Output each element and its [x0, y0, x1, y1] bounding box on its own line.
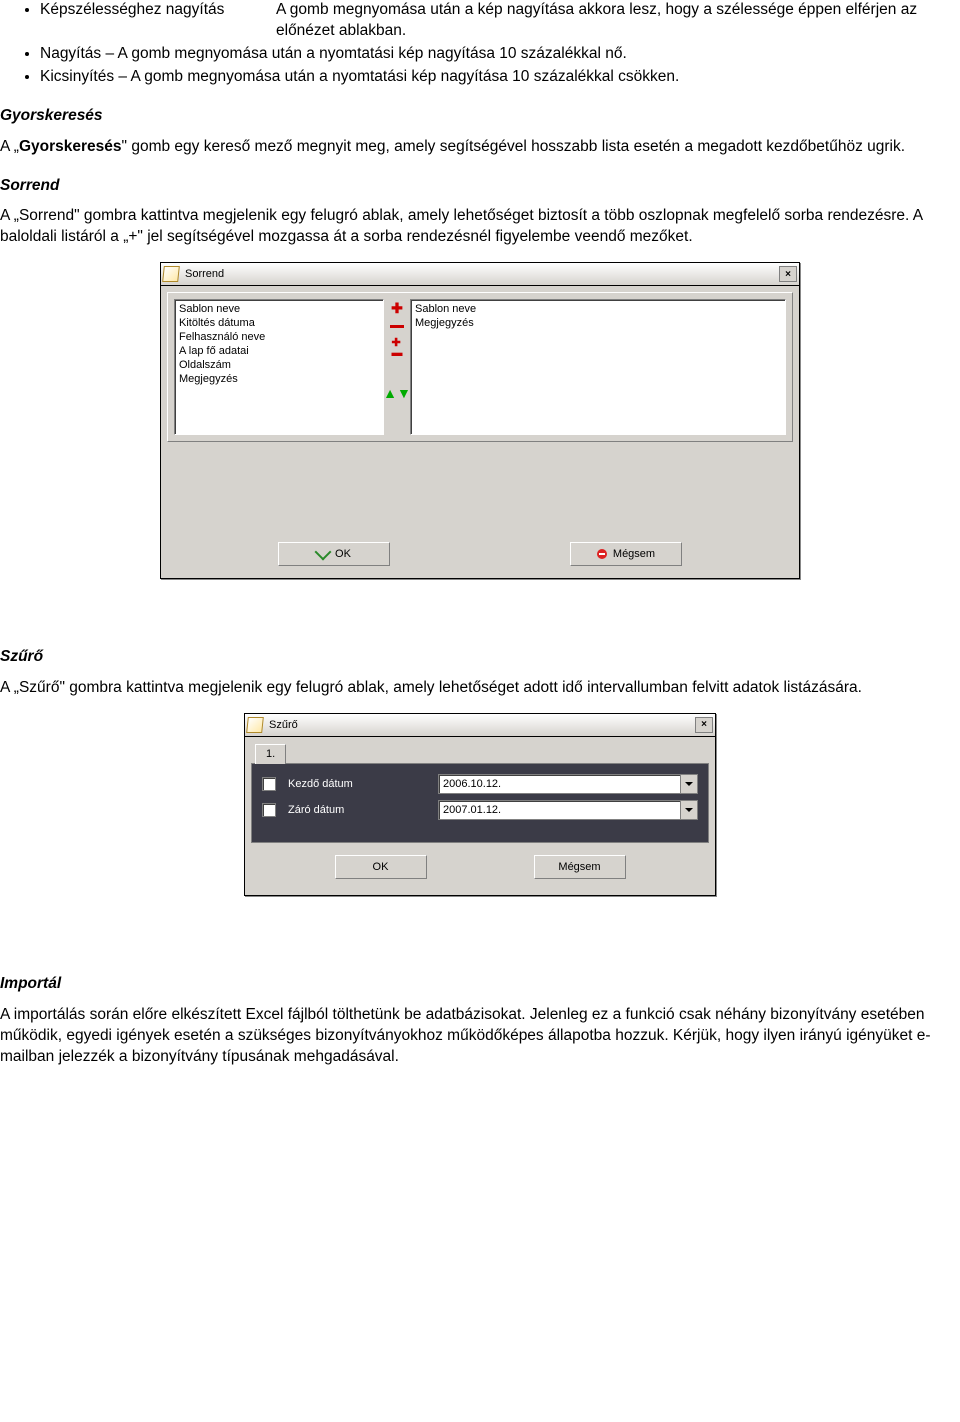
bullet-zoom-out: Kicsinyítés – A gomb megnyomása után a n…: [40, 67, 960, 88]
bullet-zoom-in: Nagyítás – A gomb megnyomása után a nyom…: [40, 44, 960, 65]
list-item[interactable]: Megjegyzés: [415, 316, 781, 330]
chevron-down-icon[interactable]: [680, 775, 697, 793]
bullet-fit-width: Képszélességhez nagyítás A gomb megnyomá…: [40, 0, 960, 42]
end-date-label: Záró dátum: [288, 803, 438, 818]
szuro-title: Szűrő: [269, 718, 689, 733]
list-item[interactable]: Sablon neve: [179, 302, 379, 316]
heading-szuro: Szűrő: [0, 647, 960, 668]
heading-sorrend: Sorrend: [0, 176, 960, 197]
stop-icon: [597, 549, 607, 559]
list-item[interactable]: Sablon neve: [415, 302, 781, 316]
list-item[interactable]: Kitöltés dátuma: [179, 316, 379, 330]
list-item[interactable]: A lap fő adatai: [179, 344, 379, 358]
document-icon: [246, 717, 264, 733]
document-icon: [162, 266, 180, 282]
ok-button[interactable]: OK: [335, 855, 427, 879]
close-icon[interactable]: ×: [695, 717, 713, 733]
close-icon[interactable]: ×: [779, 266, 797, 282]
bullet-fit-width-label: Képszélességhez nagyítás: [40, 0, 276, 42]
sorrend-left-list[interactable]: Sablon neve Kitöltés dátuma Felhasználó …: [174, 299, 384, 435]
end-date-checkbox[interactable]: [262, 803, 276, 817]
check-icon: [315, 544, 332, 561]
list-item[interactable]: Felhasználó neve: [179, 330, 379, 344]
start-date-combo[interactable]: 2006.10.12.: [438, 774, 698, 794]
paragraph-szuro: A „Szűrő" gombra kattintva megjelenik eg…: [0, 678, 960, 699]
sorrend-right-list[interactable]: Sablon neve Megjegyzés: [410, 299, 786, 435]
szuro-dialog: Szűrő × 1. Kezdő dátum 2006.10.12. Záró …: [244, 713, 716, 896]
list-item[interactable]: Oldalszám: [179, 358, 379, 372]
sorrend-dialog: Sorrend × Sablon neve Kitöltés dátuma Fe…: [160, 262, 800, 579]
end-date-value: 2007.01.12.: [439, 803, 680, 818]
cancel-button[interactable]: Mégsem: [534, 855, 626, 879]
start-date-value: 2006.10.12.: [439, 777, 680, 792]
paragraph-sorrend: A „Sorrend" gombra kattintva megjelenik …: [0, 206, 960, 248]
list-item[interactable]: Megjegyzés: [179, 372, 379, 386]
chevron-down-icon[interactable]: [680, 801, 697, 819]
paragraph-importal: A importálás során előre elkészített Exc…: [0, 1005, 960, 1068]
end-date-combo[interactable]: 2007.01.12.: [438, 800, 698, 820]
ok-button[interactable]: OK: [278, 542, 390, 566]
start-date-checkbox[interactable]: [262, 777, 276, 791]
heading-importal: Importál: [0, 974, 960, 995]
add-remove-icon[interactable]: ✚▬: [392, 338, 403, 358]
tab-1[interactable]: 1.: [255, 744, 286, 764]
remove-icon[interactable]: [390, 325, 404, 328]
cancel-button[interactable]: Mégsem: [570, 542, 682, 566]
add-icon[interactable]: ✚: [391, 301, 403, 315]
heading-gyorskereses: Gyorskeresés: [0, 106, 960, 127]
paragraph-gyorskereses: A „Gyorskeresés" gomb egy kereső mező me…: [0, 137, 960, 158]
start-date-label: Kezdő dátum: [288, 777, 438, 792]
sorrend-titlebar[interactable]: Sorrend ×: [160, 262, 800, 286]
sorrend-title: Sorrend: [185, 267, 773, 282]
bullet-fit-width-desc: A gomb megnyomása után a kép nagyítása a…: [276, 0, 960, 42]
sort-toggle-icon[interactable]: ▲▼: [383, 386, 411, 400]
szuro-titlebar[interactable]: Szűrő ×: [244, 713, 716, 737]
